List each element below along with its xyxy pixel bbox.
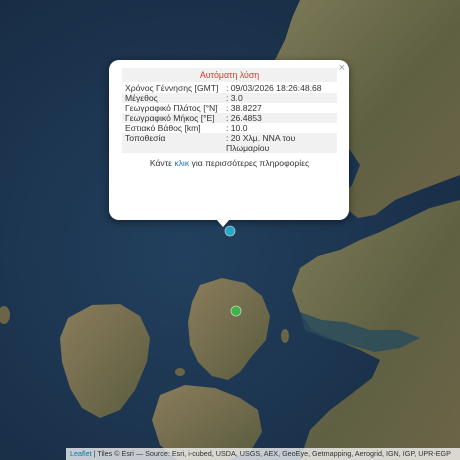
detail-row: Εστιακό Βάθος [km] : 10.0 [122, 123, 337, 133]
detail-label: Τοποθεσία [122, 133, 223, 153]
detail-row: Χρόνος Γέννησης [GMT] : 09/03/2026 18:26:… [122, 83, 337, 93]
detail-value: : 09/03/2026 18:26:48.68 [226, 83, 322, 93]
epicenter-marker[interactable] [224, 225, 236, 237]
detail-value: : 38.8227 [226, 103, 262, 113]
detail-value: : 3.0 [223, 93, 337, 103]
detail-label: Εστιακό Βάθος [km] [125, 123, 201, 133]
detail-row: Γεωγραφικό Πλάτος [°N] : 38.8227 [122, 103, 337, 113]
more-info: Κάντε κλικ για περισσότερες πληροφορίες [122, 158, 337, 168]
islet-east [281, 329, 289, 343]
islet-middle [175, 368, 185, 376]
station-marker[interactable] [230, 305, 242, 317]
detail-label: Γεωγραφικό Πλάτος [°N] [125, 103, 218, 113]
leaflet-link[interactable]: Leaflet [70, 449, 92, 458]
detail-row: Μέγεθος: 3.0 [122, 93, 337, 103]
detail-value: : 26.4853 [223, 113, 337, 123]
map-attribution: Leaflet | Tiles © Esri — Source: Esri, i… [66, 448, 460, 460]
detail-label: Χρόνος Γέννησης [GMT] [125, 83, 219, 93]
detail-row: Γεωγραφικό Μήκος [°E]: 26.4853 [122, 113, 337, 123]
popup-tip [216, 219, 230, 227]
tiles-attribution: | Tiles © Esri — Source: Esri, i-cubed, … [91, 449, 451, 458]
popup-title: Αυτόματη λύση [122, 68, 337, 82]
more-info-link[interactable]: κλικ [174, 158, 189, 168]
detail-value: : 20 Χλμ. ΝΝΑ του Πλωμαρίου [223, 133, 337, 153]
earthquake-popup: × Αυτόματη λύση Χρόνος Γέννησης [GMT] : 0… [109, 60, 349, 220]
detail-label: Μέγεθος [122, 93, 223, 103]
detail-value: : 10.0 [226, 123, 248, 133]
details-table: Χρόνος Γέννησης [GMT] : 09/03/2026 18:26:… [122, 83, 337, 153]
more-prefix: Κάντε [149, 158, 172, 168]
detail-label: Γεωγραφικό Μήκος [°E] [122, 113, 223, 123]
more-suffix: για περισσότερες πληροφορίες [191, 158, 310, 168]
detail-row: Τοποθεσία: 20 Χλμ. ΝΝΑ του Πλωμαρίου [122, 133, 337, 153]
close-icon[interactable]: × [339, 62, 345, 74]
